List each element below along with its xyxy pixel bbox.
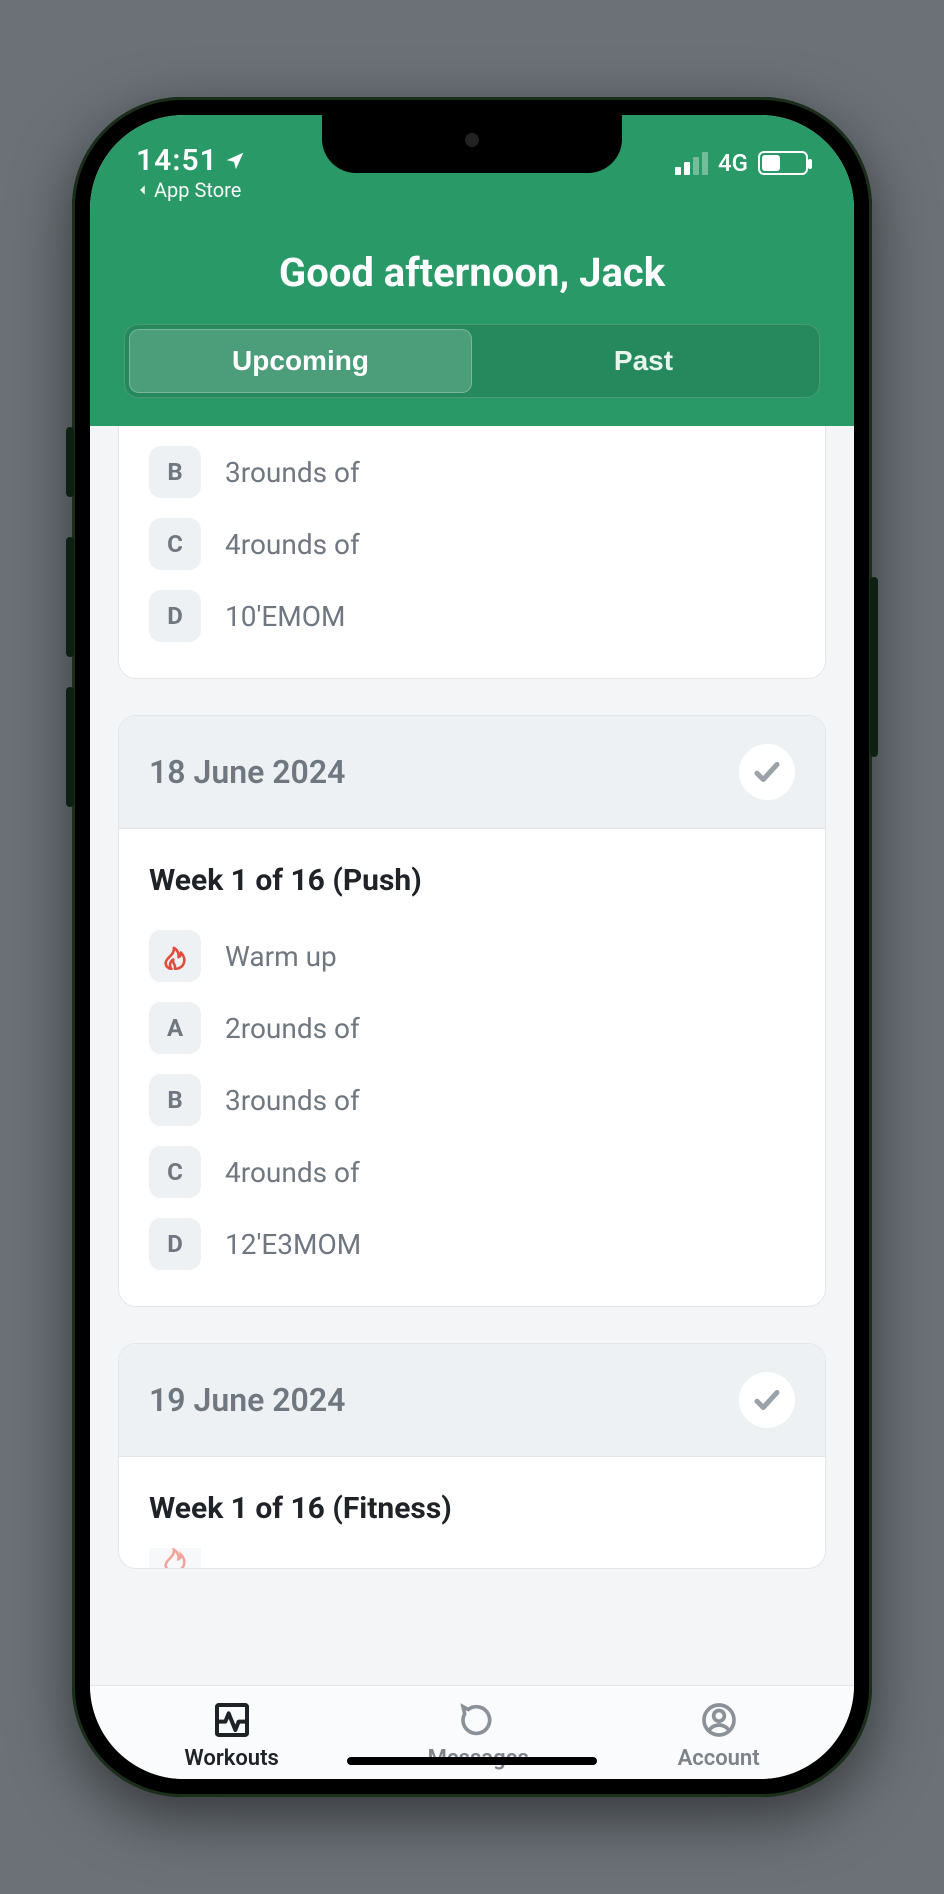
nav-label: Workouts [184, 1746, 278, 1771]
workout-block-row[interactable]: A 2rounds of [149, 992, 795, 1064]
workout-card[interactable]: 18 June 2024 Week 1 of 16 (Push) Warm up [118, 715, 826, 1307]
check-icon [752, 757, 782, 787]
workout-date: 18 June 2024 [149, 753, 345, 791]
chat-icon [458, 1700, 498, 1740]
block-badge: B [149, 446, 201, 498]
workout-block-row[interactable]: D 12'E3MOM [149, 1208, 795, 1280]
volume-down-button [66, 687, 74, 807]
clock-text: 14:51 [136, 143, 218, 178]
workout-block-row[interactable]: C 4rounds of [149, 1136, 795, 1208]
workout-card-header: 19 June 2024 [119, 1344, 825, 1457]
workout-title: Week 1 of 16 (Push) [149, 863, 795, 898]
device-notch [322, 115, 622, 173]
activity-icon [212, 1700, 252, 1740]
complete-toggle[interactable] [739, 1372, 795, 1428]
block-label: 2rounds of [225, 1012, 360, 1045]
greeting-title: Good afternoon, Jack [90, 203, 854, 324]
status-time: 14:51 [136, 143, 246, 178]
chevron-left-icon [136, 183, 150, 197]
workout-card[interactable]: 19 June 2024 Week 1 of 16 (Fitness) [118, 1343, 826, 1569]
workout-list[interactable]: B 3rounds of C 4rounds of D 10'EMOM [90, 426, 854, 1685]
signal-icon [675, 152, 708, 175]
workout-date: 19 June 2024 [149, 1381, 345, 1419]
block-badge: D [149, 1218, 201, 1270]
location-icon [224, 150, 246, 172]
complete-toggle[interactable] [739, 744, 795, 800]
segmented-control: Upcoming Past [124, 324, 820, 398]
workout-block-row[interactable]: C 4rounds of [149, 508, 795, 580]
block-badge: C [149, 518, 201, 570]
block-label: Warm up [225, 940, 337, 973]
volume-up-button [66, 537, 74, 657]
network-label: 4G [718, 149, 748, 177]
block-label: 12'E3MOM [225, 1228, 361, 1261]
workout-block-row[interactable] [149, 1548, 795, 1568]
workout-block-row[interactable]: D 10'EMOM [149, 580, 795, 652]
block-label: 3rounds of [225, 456, 360, 489]
block-label: 3rounds of [225, 1084, 360, 1117]
back-app-label: App Store [154, 178, 241, 202]
block-label: 4rounds of [225, 528, 360, 561]
tab-upcoming[interactable]: Upcoming [129, 329, 472, 393]
flame-icon [149, 930, 201, 982]
workout-title: Week 1 of 16 (Fitness) [149, 1491, 795, 1526]
nav-account[interactable]: Account [678, 1700, 760, 1771]
nav-label: Account [678, 1746, 760, 1771]
tab-past[interactable]: Past [472, 329, 815, 393]
back-to-app[interactable]: App Store [136, 178, 246, 202]
block-badge: A [149, 1002, 201, 1054]
phone-frame: 14:51 App Store 4G [72, 97, 872, 1797]
battery-icon [758, 151, 808, 175]
workout-block-row[interactable]: B 3rounds of [149, 1064, 795, 1136]
workout-block-row[interactable]: Warm up [149, 920, 795, 992]
workout-card[interactable]: B 3rounds of C 4rounds of D 10'EMOM [118, 426, 826, 679]
block-label: 10'EMOM [225, 600, 345, 633]
workout-card-header: 18 June 2024 [119, 716, 825, 829]
nav-workouts[interactable]: Workouts [184, 1700, 278, 1771]
power-button [870, 577, 878, 757]
block-badge: C [149, 1146, 201, 1198]
side-button [66, 427, 74, 497]
block-label: 4rounds of [225, 1156, 360, 1189]
block-badge: B [149, 1074, 201, 1126]
flame-icon [149, 1548, 201, 1568]
home-indicator[interactable] [347, 1757, 597, 1765]
check-icon [752, 1385, 782, 1415]
workout-block-row[interactable]: B 3rounds of [149, 436, 795, 508]
user-icon [699, 1700, 739, 1740]
block-badge: D [149, 590, 201, 642]
